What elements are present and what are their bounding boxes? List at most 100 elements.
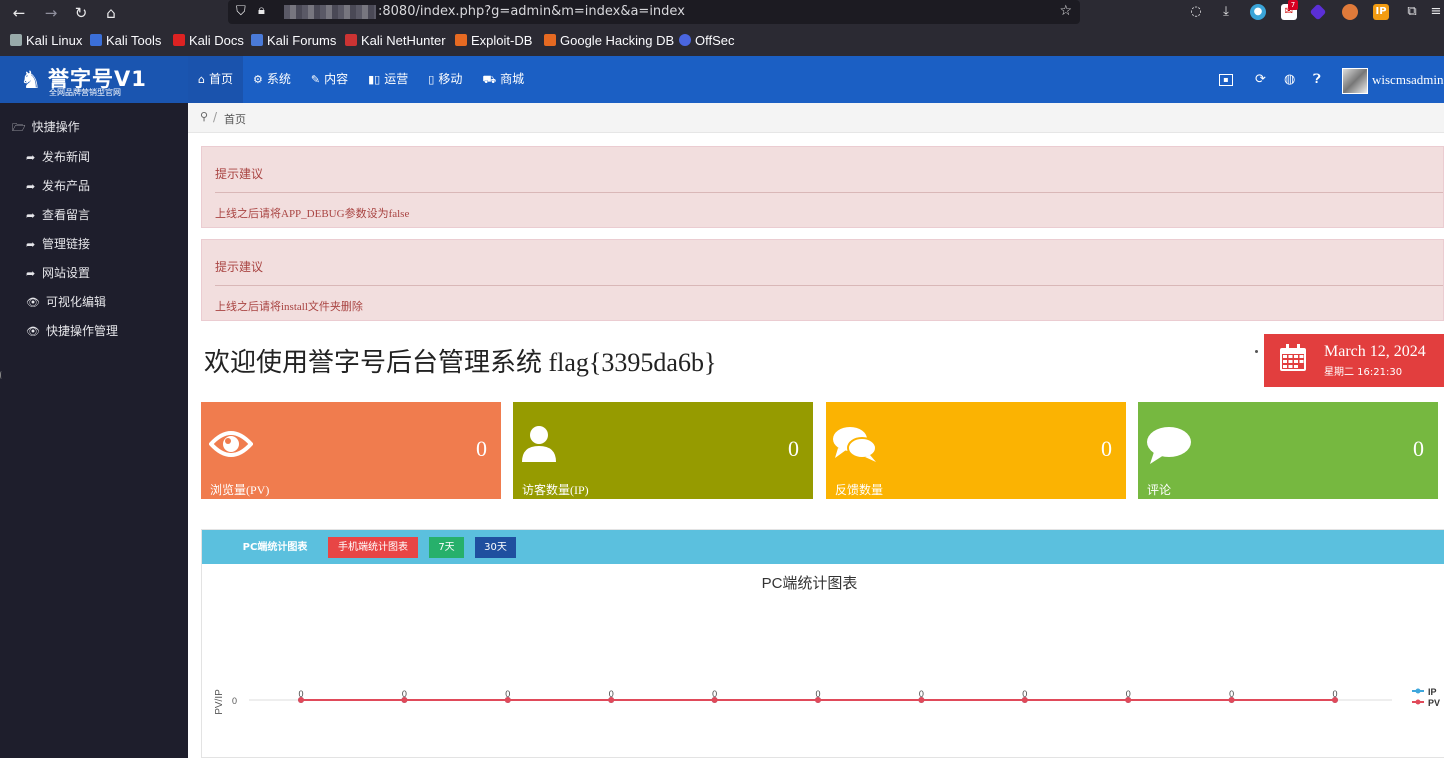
diamond-extension-icon[interactable] [1309, 3, 1327, 21]
data-label: 0 [1229, 689, 1234, 699]
url-text[interactable]: :8080/index.php?g=admin&m=index&a=index [378, 4, 685, 19]
refresh-icon[interactable]: ⟳ [1255, 72, 1266, 87]
tip-message: 上线之后请将APP_DEBUG参数设为false [215, 208, 410, 220]
data-label: 0 [402, 689, 407, 699]
nethunter-icon [345, 34, 357, 46]
breadcrumb: ⚲ / 首页 [188, 103, 1444, 133]
data-label: 0 [505, 689, 510, 699]
tab-30-days[interactable]: 30天 [475, 537, 516, 558]
date-widget: March 12, 2024 星期二 16:21:30 [1264, 334, 1444, 387]
shield-icon[interactable]: ⛉ [236, 4, 250, 20]
sidebar-collapse-handle[interactable] [0, 371, 3, 379]
globe-icon[interactable]: ◍ [1284, 72, 1295, 87]
tip-divider [215, 192, 1443, 193]
username[interactable]: wiscmsadmin [1372, 72, 1444, 88]
home-icon[interactable]: ⌂ [100, 2, 122, 24]
lock-icon[interactable]: 🔒︎ [258, 3, 265, 18]
tab-mobile-chart[interactable]: 手机端统计图表 [328, 537, 418, 558]
legend-label-ip: IP [1428, 687, 1437, 697]
bookmark-kali-docs[interactable]: Kali Docs [173, 33, 244, 48]
stat-value: 0 [476, 436, 487, 461]
stat-value: 0 [788, 436, 799, 461]
browser-nav-row: ← → ↻ ⌂ ⛉ 🔒︎ :8080/index.php?g=admin&m=i… [0, 0, 1444, 26]
share-icon: ➦ [26, 238, 36, 251]
separator-dot [1255, 350, 1258, 353]
download-icon[interactable]: ⤓ [1218, 4, 1234, 20]
stat-card-ip[interactable]: 0 访客数量(IP) [513, 402, 813, 499]
reload-icon[interactable]: ↻ [70, 2, 92, 24]
cookie-extension-icon[interactable] [1342, 4, 1358, 20]
bookmark-kali-forums[interactable]: Kali Forums [251, 33, 336, 48]
eye-icon [209, 431, 253, 457]
tab-pc-chart[interactable]: PC端统计图表 [232, 537, 318, 558]
pocket-icon[interactable]: ◌ [1188, 4, 1204, 20]
extension-icon[interactable]: ● [1250, 4, 1266, 20]
cogs-icon: ⚙ [253, 73, 263, 86]
sidebar-item-view-messages[interactable]: ➦ 查看留言 [26, 206, 90, 223]
bookmark-exploit-db[interactable]: Exploit-DB [455, 33, 532, 48]
comments-icon [833, 427, 877, 462]
share-icon: ➦ [26, 180, 36, 193]
map-marker-icon: ⚲ [200, 110, 209, 123]
bookmark-offsec[interactable]: OffSec [679, 33, 735, 48]
sidebar-item-manage-links[interactable]: ➦ 管理链接 [26, 235, 90, 252]
help-icon[interactable]: ❓︎ [1313, 72, 1321, 87]
address-bar[interactable]: ⛉ 🔒︎ :8080/index.php?g=admin&m=index&a=i… [228, 0, 1080, 24]
nav-operation[interactable]: ▮▯ 运营 [358, 56, 418, 103]
brand-logo[interactable]: ♞ 誉字号V1 全网品牌营销型官网 [0, 56, 188, 103]
share-icon: ➦ [26, 151, 36, 164]
back-icon[interactable]: ← [8, 2, 30, 24]
stat-label: 浏览量(PV) [210, 483, 270, 497]
tip-alert-debug: 提示建议 上线之后请将APP_DEBUG参数设为false [201, 146, 1444, 228]
stat-card-comments[interactable]: 0 评论 [1138, 402, 1438, 499]
nav-home[interactable]: ⌂ 首页 [188, 56, 243, 103]
bookmark-kali-tools[interactable]: Kali Tools [90, 33, 161, 48]
avatar[interactable] [1342, 68, 1368, 94]
y-tick-label: 0 [232, 696, 237, 706]
exploit-db-icon [455, 34, 467, 46]
tab-7-days[interactable]: 7天 [429, 537, 464, 558]
chart-tabs: PC端统计图表 手机端统计图表 7天 30天 [202, 530, 1444, 564]
notification-badge: 7 [1288, 0, 1298, 10]
bookmark-kali-linux[interactable]: Kali Linux [10, 33, 82, 48]
nav-mobile[interactable]: ▯ 移动 [418, 56, 472, 103]
bookmark-star-icon[interactable]: ☆ [1059, 3, 1072, 19]
bookmarks-bar: Kali Linux Kali Tools Kali Docs Kali For… [0, 30, 1444, 54]
top-nav: ⌂ 首页 ⚙ 系统 ✎ 内容 ▮▯ 运营 ▯ 移动 ⛟ 商城 [188, 56, 534, 103]
stat-label: 反馈数量 [835, 483, 884, 497]
data-label: 0 [1126, 689, 1131, 699]
stat-card-feedback[interactable]: 0 反馈数量 [826, 402, 1126, 499]
screen-icon[interactable]: ▪ [1219, 74, 1233, 86]
nav-content[interactable]: ✎ 内容 [301, 56, 358, 103]
sidebar-item-visual-editor[interactable]: 👁︎ 可视化编辑 [26, 293, 106, 310]
sidebar-heading[interactable]: 🗁︎ 快捷操作 [12, 118, 80, 138]
stat-label: 访客数量(IP) [522, 483, 589, 497]
data-label: 0 [1332, 689, 1337, 699]
sidebar-item-site-settings[interactable]: ➦ 网站设置 [26, 264, 90, 281]
bookmark-google-hacking-db[interactable]: Google Hacking DB [544, 33, 674, 48]
sidebar-item-publish-product[interactable]: ➦ 发布产品 [26, 177, 90, 194]
forward-icon[interactable]: → [40, 2, 62, 24]
nav-mall[interactable]: ⛟ 商城 [472, 56, 534, 103]
sidebar-item-publish-news[interactable]: ➦ 发布新闻 [26, 148, 90, 165]
share-icon: ➦ [26, 209, 36, 222]
stat-value: 0 [1413, 436, 1424, 461]
extensions-puzzle-icon[interactable]: ⧉ [1404, 4, 1420, 20]
edit-icon: ✎ [310, 73, 321, 86]
bookmark-kali-nethunter[interactable]: Kali NetHunter [345, 33, 446, 48]
nav-system[interactable]: ⚙ 系统 [243, 56, 301, 103]
breadcrumb-home[interactable]: 首页 [224, 111, 246, 127]
eye-icon: 👁︎ [26, 325, 40, 338]
mobile-icon: ▯ [428, 73, 435, 86]
ghdb-icon [544, 34, 556, 46]
browser-toolbar: ← → ↻ ⌂ ⛉ 🔒︎ :8080/index.php?g=admin&m=i… [0, 0, 1444, 56]
data-label: 0 [815, 689, 820, 699]
menu-icon[interactable]: ≡ [1428, 4, 1444, 20]
user-icon [522, 426, 556, 462]
ip-extension-icon[interactable]: IP [1373, 4, 1389, 20]
stat-card-pv[interactable]: 0 浏览量(PV) [201, 402, 501, 499]
sidebar-item-shortcut-management[interactable]: 👁︎ 快捷操作管理 [26, 322, 118, 339]
legend-label-pv: PV [1428, 698, 1440, 708]
cart-icon: ⛟ [482, 73, 497, 86]
data-label: 0 [1022, 689, 1027, 699]
